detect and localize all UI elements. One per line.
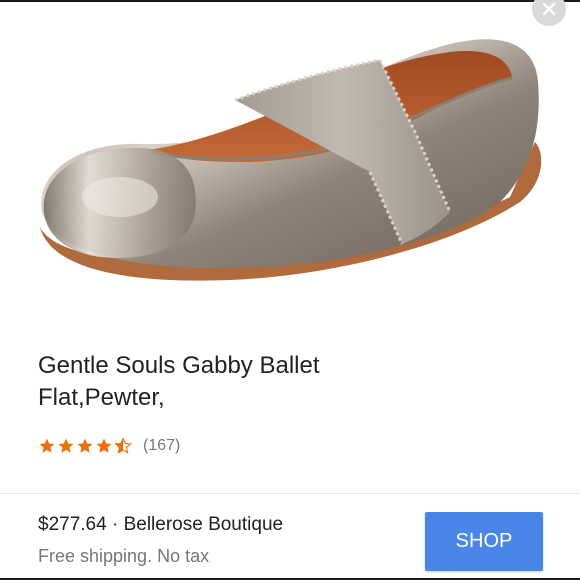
top-border (0, 0, 580, 2)
star-icon (58, 438, 74, 453)
star-icon (96, 438, 112, 453)
star-icon (39, 438, 55, 453)
divider (0, 493, 580, 494)
product-title-line-1: Gentle Souls Gabby Ballet (38, 352, 320, 379)
product-title[interactable]: Gentle Souls Gabby Ballet Flat,Pewter, (38, 350, 458, 414)
product-card: Gentle Souls Gabby Ballet Flat,Pewter, (… (0, 0, 580, 580)
price: $277.64 (38, 514, 107, 535)
shipping-info: Free shipping. No tax (38, 546, 210, 566)
close-icon (542, 2, 556, 16)
star-icon (77, 438, 93, 453)
product-title-line-2: Flat,Pewter, (38, 384, 165, 411)
product-image[interactable] (30, 22, 560, 292)
review-count[interactable]: (167) (143, 437, 180, 455)
seller-name[interactable]: Bellerose Boutique (124, 514, 284, 535)
shop-button[interactable]: SHOP (425, 512, 543, 571)
half-star-icon (114, 437, 132, 454)
rating-row[interactable]: (167) (38, 434, 180, 458)
separator: · (111, 514, 119, 535)
star-rating (38, 437, 133, 455)
price-seller-line: $277.64 · Bellerose Boutique (38, 514, 283, 536)
